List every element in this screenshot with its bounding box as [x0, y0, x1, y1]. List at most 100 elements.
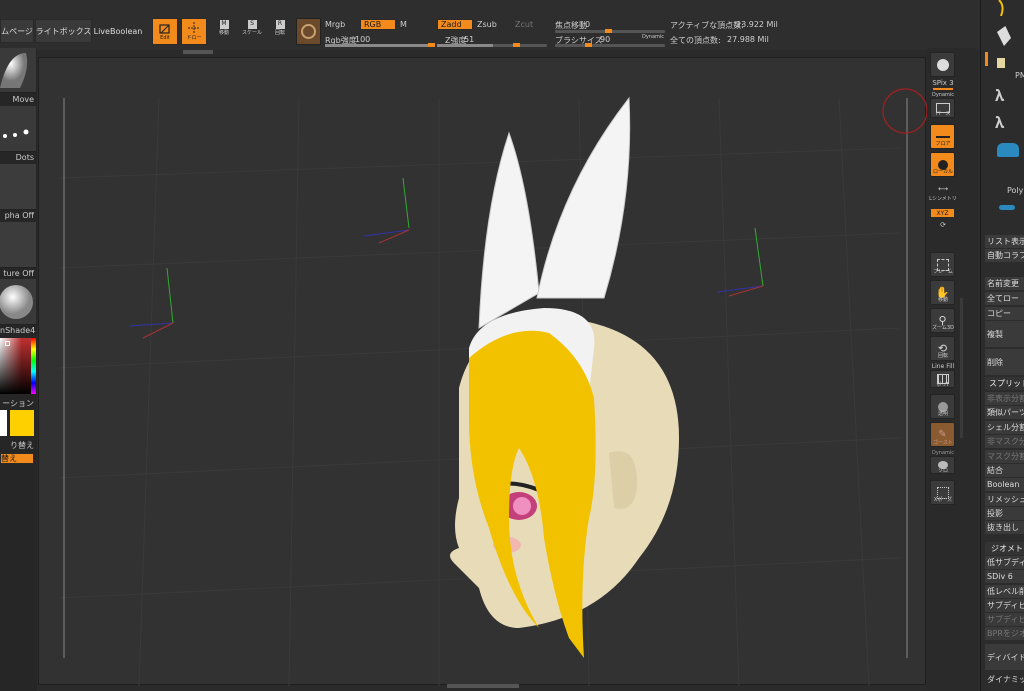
auto-collapse-button[interactable]: 自動コラプス	[985, 249, 1024, 262]
subtool-panel: PM 𝛌 𝛌 PolyM リスト表示 自動コラプス 名前変更 全てロー コピー …	[980, 0, 1024, 691]
zadd-toggle[interactable]: Zadd	[437, 19, 473, 30]
split-hidden-button[interactable]: 非表示分割	[985, 392, 1024, 405]
duplicate-button[interactable]: 複製	[985, 321, 1024, 347]
frame-label: フレーム	[933, 269, 953, 275]
z-intensity-value: 51	[464, 35, 475, 44]
draw-button[interactable]: ドロー	[181, 18, 207, 45]
subtool-thumb[interactable]	[997, 26, 1011, 46]
character-model[interactable]	[450, 96, 679, 658]
zcut-toggle[interactable]: Zcut	[515, 20, 533, 29]
brush-name: Move	[12, 95, 34, 104]
remesh-button[interactable]: リメッシュ	[985, 493, 1024, 506]
lightbox-button[interactable]: ライトボックス	[35, 19, 92, 43]
rotate-small-icon[interactable]: ⟳	[927, 221, 959, 229]
z-intensity-slider[interactable]	[437, 43, 547, 47]
geometry-header[interactable]: ジオメトリ	[985, 542, 1024, 555]
spix-slider[interactable]	[933, 88, 953, 90]
shelf-scrollbar[interactable]	[960, 298, 963, 438]
split-unmasked-button[interactable]: 非マスク分割	[985, 435, 1024, 448]
xyz-button[interactable]: XYZ	[930, 208, 955, 218]
texture-name: ture Off	[3, 269, 34, 278]
project-button[interactable]: 投影	[985, 507, 1024, 520]
copy-button[interactable]: コピー	[985, 307, 1024, 320]
switch-button[interactable]: 替え	[0, 453, 34, 464]
linefill-label[interactable]: Line Fill	[927, 363, 959, 370]
slider-knob[interactable]	[428, 43, 435, 47]
move-view-label: 移動	[937, 297, 948, 303]
slider-knob[interactable]	[605, 29, 612, 33]
solo-label: ソロ	[937, 468, 948, 474]
rgb-toggle[interactable]: RGB	[360, 19, 396, 30]
subtool-thumb[interactable]: 𝛌	[995, 86, 1004, 106]
right-shelf: SPix 3 Dynamic パース フロア ローカル ⟷ Lシンメトリ XYZ…	[927, 48, 977, 691]
subdiv-button-2[interactable]: サブディビジ	[985, 613, 1024, 626]
alpha-slot[interactable]	[0, 164, 36, 210]
selected-indicator	[985, 52, 988, 66]
primary-color-swatch[interactable]	[0, 410, 7, 436]
color-picker[interactable]	[0, 338, 36, 394]
alpha-name: pha Off	[4, 211, 34, 220]
focal-shift-slider[interactable]	[555, 29, 665, 33]
canvas-viewport[interactable]	[38, 57, 928, 688]
rgb-intensity-slider[interactable]	[325, 43, 435, 47]
dynamic-subdiv-button[interactable]: ダイナミッ	[985, 673, 1024, 686]
top-scroll-handle[interactable]	[183, 50, 213, 54]
split-header[interactable]: スプリット	[985, 377, 1024, 390]
rotate-button[interactable]: R 回転	[268, 20, 292, 46]
split-shell-button[interactable]: シェル分割	[985, 421, 1024, 434]
l-symmetry-label[interactable]: Lシンメトリ	[927, 195, 959, 202]
delete-lower-button[interactable]: 低レベル削除	[985, 585, 1024, 598]
subtool-thumb[interactable]	[997, 58, 1005, 68]
transparent-label: 透明	[937, 411, 948, 417]
navigation-compass-icon[interactable]	[882, 88, 928, 134]
slider-knob[interactable]	[513, 43, 520, 47]
edit-button[interactable]: Edit	[152, 18, 178, 45]
zsub-toggle[interactable]: Zsub	[477, 20, 497, 29]
delete-button[interactable]: 削除	[985, 349, 1024, 375]
gradient-label[interactable]: ーション	[0, 398, 36, 409]
subtool-thumb[interactable]	[993, 0, 1009, 17]
brush-preview-icon	[0, 53, 28, 88]
brush-size-slider[interactable]	[555, 43, 665, 47]
mrgb-toggle[interactable]: Mrgb	[325, 20, 345, 29]
bpr-geometry-button[interactable]: BPRをジオメ	[985, 627, 1024, 640]
material-slot[interactable]	[0, 279, 36, 325]
brush-slot[interactable]	[0, 48, 36, 93]
edit-icon	[159, 23, 170, 34]
switch-color-label[interactable]: り替え	[0, 440, 36, 451]
subtool-name: PM	[1015, 71, 1024, 80]
subtool-thumb[interactable]	[999, 205, 1015, 210]
boolean-button[interactable]: Boolean	[985, 478, 1024, 491]
split-masked-button[interactable]: マスク分割	[985, 450, 1024, 463]
subtool-thumb[interactable]	[997, 143, 1019, 157]
local-label: ローカル	[932, 169, 953, 175]
color-cursor[interactable]	[5, 341, 10, 346]
material-swatch[interactable]	[296, 18, 321, 45]
subdiv-button[interactable]: サブディビジ	[985, 599, 1024, 612]
merge-button[interactable]: 結合	[985, 464, 1024, 477]
liveboolean-button[interactable]: LiveBoolean	[93, 19, 143, 43]
bottom-scroll-handle[interactable]	[447, 684, 519, 688]
m-toggle[interactable]: M	[400, 20, 407, 29]
all-low-button[interactable]: 全てロー	[985, 292, 1024, 305]
subtool-thumb[interactable]: 𝛌	[995, 113, 1004, 133]
rename-button[interactable]: 名前変更	[985, 277, 1024, 290]
lower-subdiv-button[interactable]: 低サブディビ	[985, 556, 1024, 569]
divide-button[interactable]: ディバイド	[985, 644, 1024, 670]
stroke-slot[interactable]	[0, 106, 36, 152]
axis-gizmo	[363, 177, 410, 244]
dynamic-label[interactable]: Dynamic	[642, 34, 664, 40]
list-display-button[interactable]: リスト表示	[985, 235, 1024, 248]
move-button[interactable]: M 移動	[212, 20, 236, 46]
bpr-button[interactable]	[930, 52, 955, 77]
texture-slot[interactable]	[0, 222, 36, 268]
sdiv-slider[interactable]: SDiv 6	[985, 570, 1024, 583]
scale-button[interactable]: S スケール	[240, 20, 264, 46]
lsym-icon: ⟷	[937, 185, 949, 193]
secondary-color-swatch[interactable]	[10, 410, 34, 436]
slider-knob[interactable]	[585, 43, 592, 47]
homepage-button[interactable]: ムページ	[0, 19, 34, 43]
split-similar-button[interactable]: 類似パーツ分	[985, 406, 1024, 419]
extract-button[interactable]: 抜き出し	[985, 521, 1024, 534]
material-name: nShade4	[0, 326, 36, 335]
